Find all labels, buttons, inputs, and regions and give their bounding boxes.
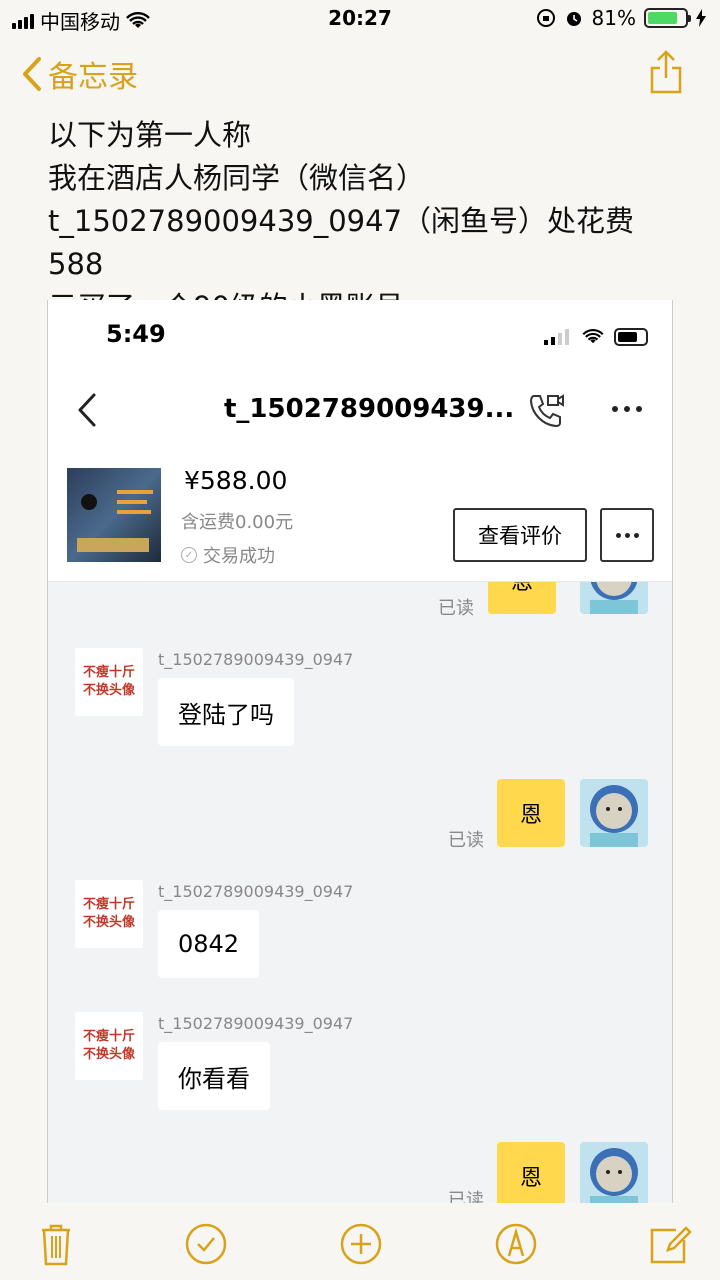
avatar-text: 不换头像 — [82, 683, 135, 698]
deal-status-label: 交易成功 — [203, 546, 275, 567]
message-bubble[interactable]: 登陆了吗 — [158, 678, 294, 746]
note-line: t_1502789009439_0947（闲鱼号）处花费588 — [48, 204, 635, 281]
avatar-text: 不换头像 — [82, 1047, 135, 1062]
avatar-text: 不瘦十斤 — [82, 897, 135, 912]
avatar-text: 不换头像 — [82, 915, 135, 930]
more-icon[interactable] — [612, 406, 642, 412]
signal-icon — [544, 329, 569, 345]
add-icon[interactable] — [339, 1222, 383, 1266]
avatar-text: 不瘦十斤 — [82, 665, 135, 680]
charging-icon — [696, 9, 706, 27]
otter-avatar-icon — [590, 785, 638, 847]
otter-avatar-icon — [590, 582, 638, 614]
back-button[interactable]: 备忘录 — [22, 52, 138, 96]
note-line: 以下为第一人称 — [48, 118, 252, 152]
my-message-bubble[interactable]: 恩 — [497, 1142, 565, 1203]
battery-icon — [644, 8, 691, 28]
avatar[interactable]: 不瘦十斤 不换头像 — [75, 648, 143, 716]
message-bubble[interactable]: 你看看 — [158, 1042, 270, 1110]
product-thumbnail[interactable] — [67, 468, 161, 562]
my-message-bubble[interactable]: 恩 — [488, 582, 556, 614]
embedded-status-bar: 5:49 — [48, 300, 672, 370]
more-icon[interactable] — [600, 508, 654, 562]
notes-navigation: 备忘录 — [0, 48, 720, 104]
video-call-icon[interactable] — [526, 390, 566, 430]
my-message-bubble[interactable]: 恩 — [497, 779, 565, 847]
back-label: 备忘录 — [48, 60, 138, 95]
status-bar: 中国移动 20:27 81% — [0, 0, 720, 40]
avatar[interactable] — [580, 582, 648, 614]
avatar[interactable]: 不瘦十斤 不换头像 — [75, 880, 143, 948]
status-bar-right: 81% — [536, 6, 706, 30]
chat-area[interactable]: 已读 恩 不瘦十斤 不换头像 t_1502789009439_0947 登陆了吗… — [48, 582, 672, 1203]
deal-status: ✓ 交易成功 — [181, 542, 275, 568]
product-card: ¥588.00 含运费0.00元 ✓ 交易成功 查看评价 — [48, 458, 672, 582]
sender-name: t_1502789009439_0947 — [158, 650, 354, 669]
orientation-lock-icon — [536, 9, 555, 27]
chevron-left-icon — [23, 57, 41, 91]
bottom-toolbar — [0, 1204, 720, 1280]
sender-name: t_1502789009439_0947 — [158, 1014, 354, 1033]
otter-avatar-icon — [590, 1148, 638, 1203]
compose-icon[interactable] — [648, 1222, 692, 1266]
checklist-icon[interactable] — [184, 1222, 228, 1266]
shipping-fee: 含运费0.00元 — [181, 512, 294, 533]
avatar[interactable]: 不瘦十斤 不换头像 — [75, 1012, 143, 1080]
embedded-clock: 5:49 — [106, 320, 166, 348]
sender-name: t_1502789009439_0947 — [158, 882, 354, 901]
chevron-left-icon[interactable] — [76, 392, 98, 428]
chat-title: t_1502789009439... — [224, 394, 515, 424]
check-icon: ✓ — [181, 547, 197, 563]
markup-icon[interactable] — [494, 1222, 538, 1266]
chat-header: t_1502789009439... — [48, 378, 672, 446]
message-bubble[interactable]: 0842 — [158, 910, 260, 978]
embedded-screenshot[interactable]: 5:49 t_1502789009439... ¥588.00 含运费0.00元… — [47, 300, 673, 1203]
trash-icon[interactable] — [34, 1222, 78, 1266]
read-receipt: 已读 — [448, 1190, 484, 1203]
view-review-button[interactable]: 查看评价 — [453, 508, 587, 562]
avatar[interactable] — [580, 1142, 648, 1203]
share-icon[interactable] — [648, 48, 684, 96]
note-body[interactable]: 以下为第一人称 我在酒店人杨同学（微信名） t_1502789009439_09… — [48, 114, 688, 329]
battery-icon — [614, 328, 648, 346]
avatar[interactable] — [580, 779, 648, 847]
read-receipt: 已读 — [438, 598, 474, 619]
product-price: ¥588.00 — [184, 466, 288, 495]
avatar-text: 不瘦十斤 — [82, 1029, 135, 1044]
embedded-status-icons — [544, 328, 648, 346]
wifi-icon — [582, 329, 604, 344]
note-line: 我在酒店人杨同学（微信名） — [48, 161, 426, 195]
alarm-icon — [566, 12, 581, 26]
read-receipt: 已读 — [448, 830, 484, 851]
battery-percent: 81% — [591, 6, 636, 30]
